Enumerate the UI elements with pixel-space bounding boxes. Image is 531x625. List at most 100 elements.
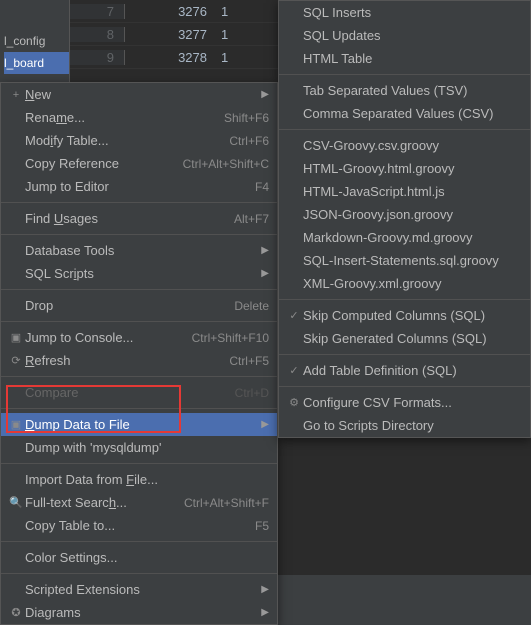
submenu-item[interactable]: HTML Table [279, 47, 530, 70]
menu-item[interactable]: Color Settings... [1, 546, 277, 569]
menu-separator [279, 74, 530, 75]
menu-shortcut: Ctrl+F6 [217, 134, 269, 148]
menu-separator [1, 376, 277, 377]
menu-item[interactable]: Copy Table to...F5 [1, 514, 277, 537]
submenu-label: Markdown-Groovy.md.groovy [303, 230, 522, 245]
menu-item[interactable]: ▣Jump to Console...Ctrl+Shift+F10 [1, 326, 277, 349]
menu-item[interactable]: Scripted Extensions▶ [1, 578, 277, 601]
menu-separator [279, 299, 530, 300]
menu-separator [1, 541, 277, 542]
submenu-item[interactable]: SQL-Insert-Statements.sql.groovy [279, 249, 530, 272]
menu-label: Import Data from File... [25, 472, 269, 487]
menu-label: Full-text Search... [25, 495, 172, 510]
submenu-item[interactable]: Skip Generated Columns (SQL) [279, 327, 530, 350]
submenu-label: CSV-Groovy.csv.groovy [303, 138, 522, 153]
submenu-item[interactable]: HTML-JavaScript.html.js [279, 180, 530, 203]
submenu-label: Skip Computed Columns (SQL) [303, 308, 522, 323]
submenu-item[interactable]: HTML-Groovy.html.groovy [279, 157, 530, 180]
menu-shortcut: Ctrl+Alt+Shift+C [171, 157, 269, 171]
row-number: 8 [70, 27, 125, 42]
submenu-arrow-icon: ▶ [253, 89, 269, 100]
submenu-item[interactable]: Comma Separated Values (CSV) [279, 102, 530, 125]
menu-item: CompareCtrl+D [1, 381, 277, 404]
check-icon: ✓ [285, 309, 303, 322]
menu-separator [279, 386, 530, 387]
menu-separator [1, 463, 277, 464]
submenu-item[interactable]: XML-Groovy.xml.groovy [279, 272, 530, 295]
menu-item[interactable]: ⟳RefreshCtrl+F5 [1, 349, 277, 372]
check-icon: ✓ [285, 364, 303, 377]
submenu-label: HTML Table [303, 51, 522, 66]
cell[interactable]: 3278 [125, 50, 215, 65]
menu-item[interactable]: Database Tools▶ [1, 239, 277, 262]
menu-item[interactable]: Dump with 'mysqldump' [1, 436, 277, 459]
submenu-label: SQL Updates [303, 28, 522, 43]
submenu-label: Add Table Definition (SQL) [303, 363, 522, 378]
menu-separator [279, 129, 530, 130]
menu-item[interactable]: Jump to EditorF4 [1, 175, 277, 198]
submenu-label: JSON-Groovy.json.groovy [303, 207, 522, 222]
menu-label: Copy Table to... [25, 518, 243, 533]
menu-separator [279, 354, 530, 355]
submenu-item[interactable]: SQL Inserts [279, 1, 530, 24]
submenu-item[interactable]: SQL Updates [279, 24, 530, 47]
submenu-arrow-icon: ▶ [253, 419, 269, 430]
submenu-label: SQL Inserts [303, 5, 522, 20]
menu-item[interactable]: ▣Dump Data to File▶ [1, 413, 277, 436]
menu-label: Rename... [25, 110, 212, 125]
menu-shortcut: Shift+F6 [212, 111, 269, 125]
menu-label: New [25, 87, 253, 102]
menu-label: Drop [25, 298, 222, 313]
menu-separator [1, 321, 277, 322]
submenu-item[interactable]: ⚙Configure CSV Formats... [279, 391, 530, 414]
cell[interactable]: 1 [215, 50, 245, 65]
menu-item[interactable]: ✪Diagrams▶ [1, 601, 277, 624]
submenu-item[interactable]: ✓Add Table Definition (SQL) [279, 359, 530, 382]
menu-item[interactable]: Copy ReferenceCtrl+Alt+Shift+C [1, 152, 277, 175]
context-submenu: SQL Inserts SQL Updates HTML Table Tab Sepa… [278, 0, 531, 438]
menu-shortcut: Alt+F7 [222, 212, 269, 226]
menu-separator [1, 202, 277, 203]
▣-icon: ▣ [7, 418, 25, 431]
submenu-label: Configure CSV Formats... [303, 395, 522, 410]
menu-item[interactable]: +New▶ [1, 83, 277, 106]
menu-label: Modify Table... [25, 133, 217, 148]
submenu-item[interactable]: Go to Scripts Directory [279, 414, 530, 437]
submenu-item[interactable]: CSV-Groovy.csv.groovy [279, 134, 530, 157]
menu-item[interactable]: Rename...Shift+F6 [1, 106, 277, 129]
sidebar-item[interactable]: l_board [4, 52, 69, 74]
cell[interactable]: 1 [215, 27, 245, 42]
menu-item[interactable]: SQL Scripts▶ [1, 262, 277, 285]
menu-item[interactable]: Import Data from File... [1, 468, 277, 491]
menu-item[interactable]: Modify Table...Ctrl+F6 [1, 129, 277, 152]
context-menu: +New▶Rename...Shift+F6Modify Table...Ctr… [0, 82, 278, 625]
menu-item[interactable]: 🔍Full-text Search...Ctrl+Alt+Shift+F [1, 491, 277, 514]
menu-label: Database Tools [25, 243, 253, 258]
menu-label: Find Usages [25, 211, 222, 226]
menu-item[interactable]: Find UsagesAlt+F7 [1, 207, 277, 230]
menu-shortcut: F5 [243, 519, 269, 533]
menu-shortcut: Ctrl+D [223, 386, 269, 400]
menu-item[interactable]: DropDelete [1, 294, 277, 317]
menu-label: Diagrams [25, 605, 253, 620]
menu-separator [1, 289, 277, 290]
submenu-arrow-icon: ▶ [253, 245, 269, 256]
submenu-item[interactable]: Tab Separated Values (TSV) [279, 79, 530, 102]
⟳-icon: ⟳ [7, 354, 25, 367]
submenu-item[interactable]: Markdown-Groovy.md.groovy [279, 226, 530, 249]
submenu-arrow-icon: ▶ [253, 607, 269, 618]
menu-separator [1, 573, 277, 574]
sidebar-item[interactable]: l_config [4, 30, 69, 52]
cell[interactable]: 3276 [125, 4, 215, 19]
row-number: 7 [70, 4, 125, 19]
menu-label: SQL Scripts [25, 266, 253, 281]
submenu-item[interactable]: JSON-Groovy.json.groovy [279, 203, 530, 226]
menu-label: Dump Data to File [25, 417, 253, 432]
submenu-label: HTML-JavaScript.html.js [303, 184, 522, 199]
submenu-item[interactable]: ✓Skip Computed Columns (SQL) [279, 304, 530, 327]
menu-separator [1, 408, 277, 409]
menu-label: Color Settings... [25, 550, 269, 565]
menu-shortcut: Delete [222, 299, 269, 313]
cell[interactable]: 3277 [125, 27, 215, 42]
cell[interactable]: 1 [215, 4, 245, 19]
